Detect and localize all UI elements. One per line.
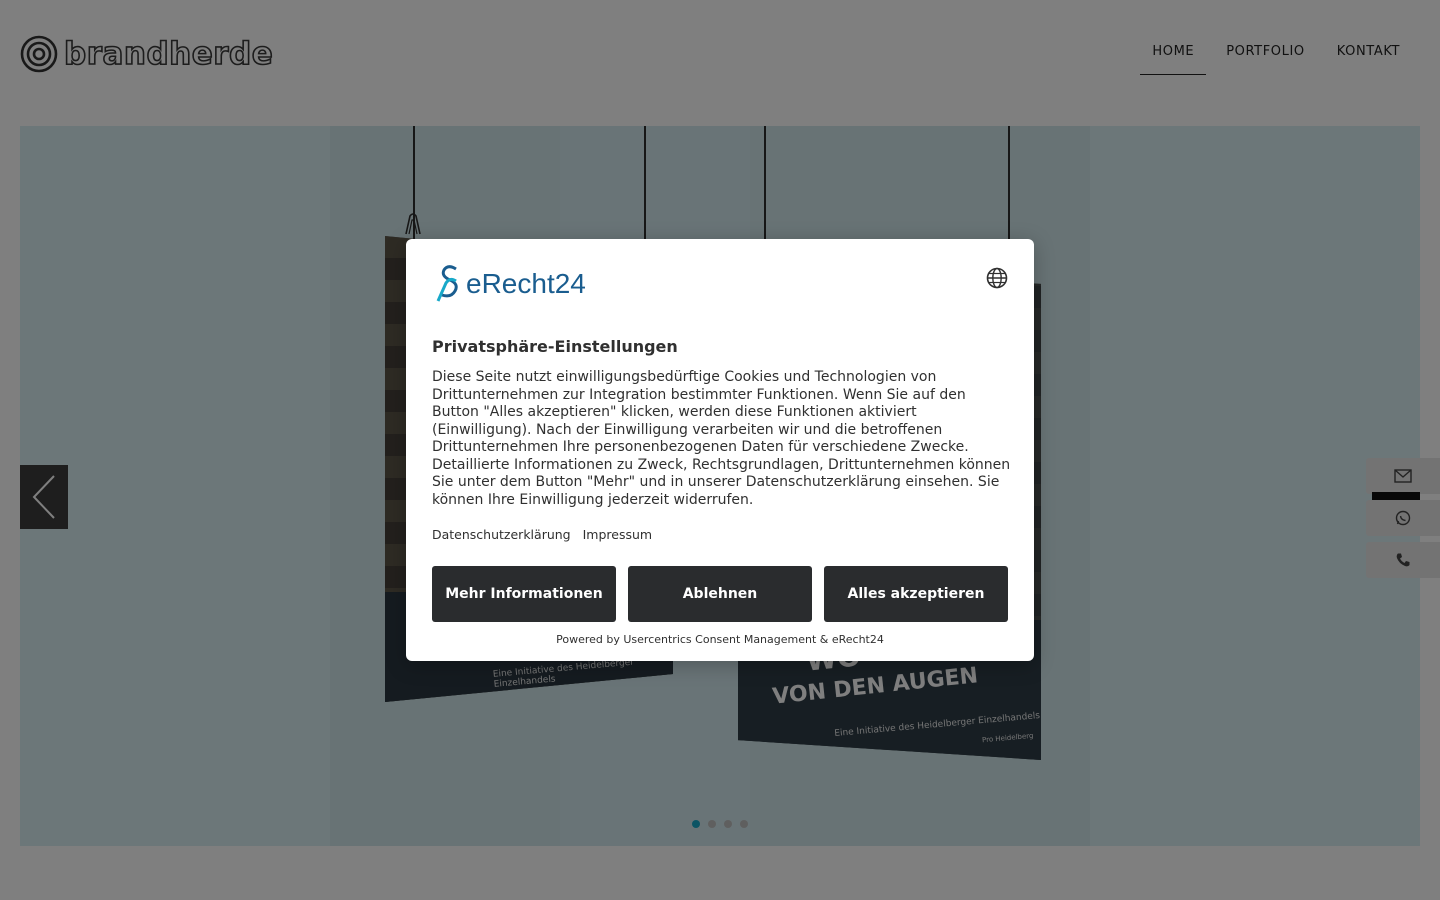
decline-button[interactable]: Ablehnen (628, 566, 812, 622)
powered-by-text: Powered by Usercentrics Consent Manageme… (556, 633, 884, 646)
erecht24-logo: eRecht24 (432, 265, 586, 303)
imprint-link[interactable]: Impressum (583, 527, 652, 542)
consent-links: Datenschutzerklärung Impressum (432, 527, 664, 542)
consent-body-text: Diese Seite nutzt einwilligungsbedürftig… (432, 369, 1011, 508)
language-globe-icon[interactable] (986, 267, 1008, 289)
consent-dialog: eRecht24 Privatsphäre-Einstellungen Dies… (406, 239, 1034, 661)
accept-all-button[interactable]: Alles akzeptieren (824, 566, 1008, 622)
consent-title: Privatsphäre-Einstellungen (432, 337, 678, 356)
more-info-button[interactable]: Mehr Informationen (432, 566, 616, 622)
paragraph-logo-icon (436, 265, 458, 302)
privacy-policy-link[interactable]: Datenschutzerklärung (432, 527, 571, 542)
erecht24-wordmark: eRecht24 (466, 268, 586, 299)
